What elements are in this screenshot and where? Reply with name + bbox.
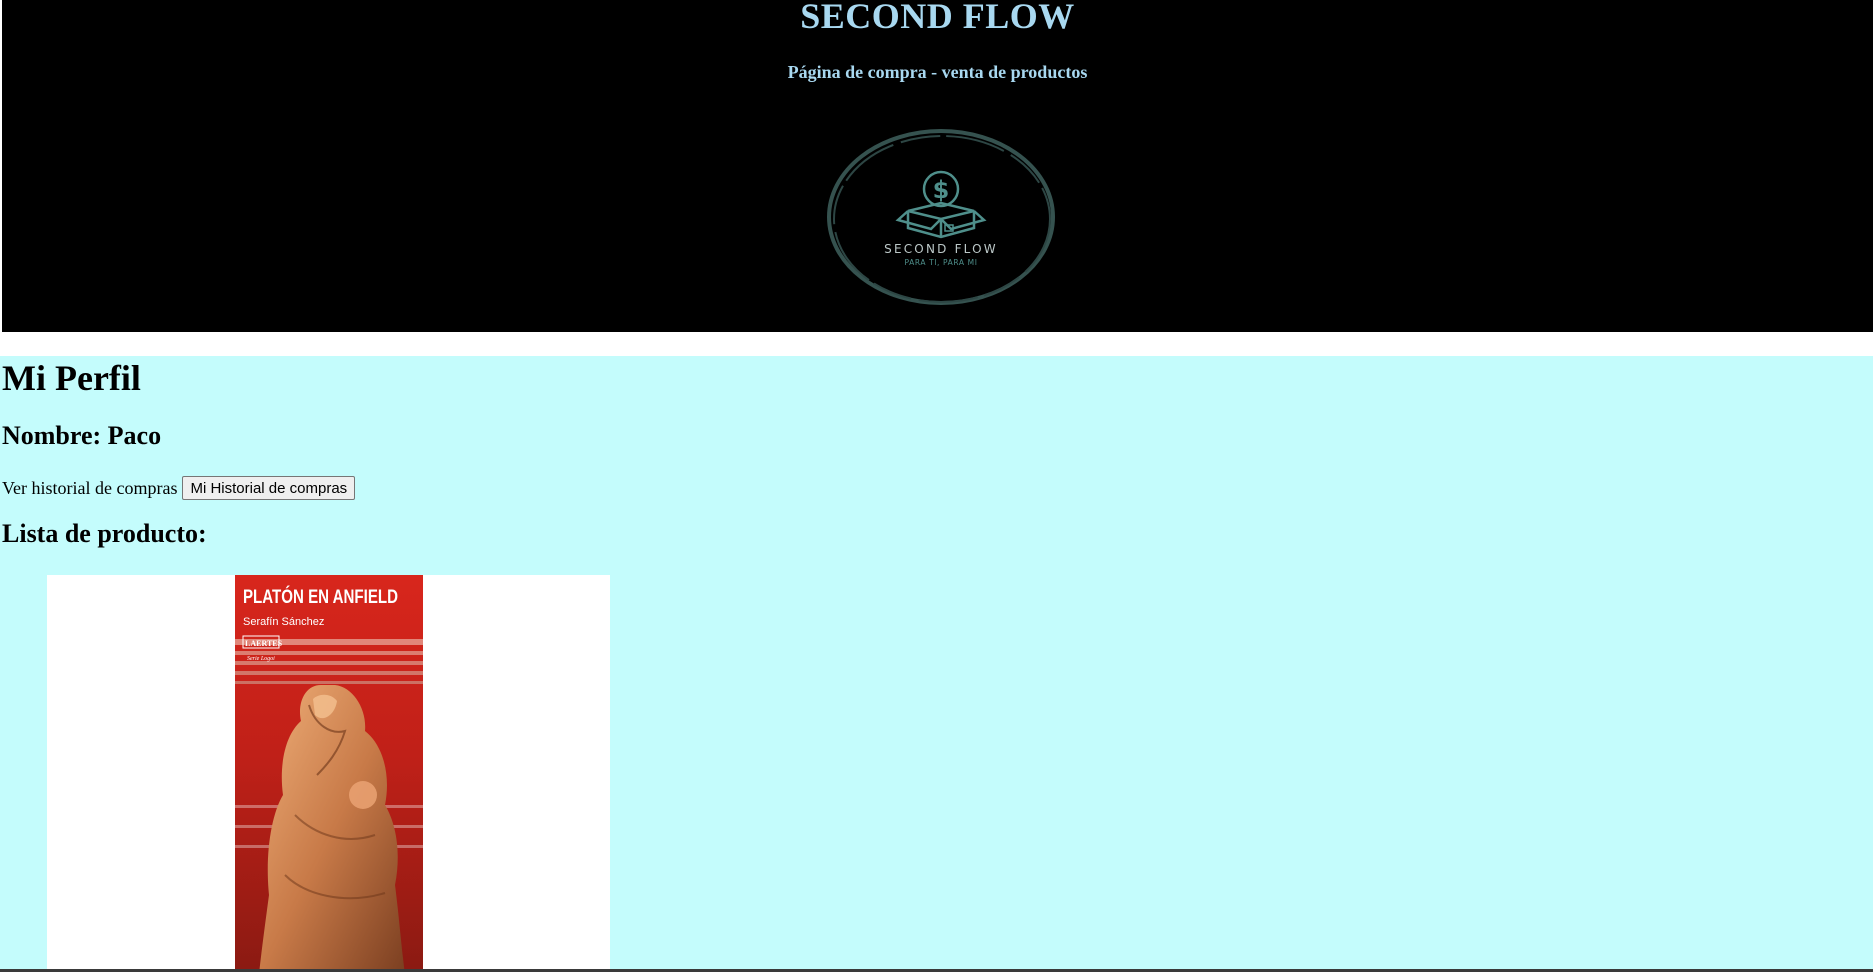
book-series: Serie Logoi [247, 656, 275, 662]
logo-brand-text: SECOND FLOW [884, 242, 998, 256]
book-cover-image[interactable]: PLATÓN EN ANFIELD Serafín Sánchez LAERTE… [235, 575, 423, 972]
history-label: Ver historial de compras [2, 478, 178, 498]
user-name: Nombre: Paco [2, 421, 162, 450]
svg-text:$: $ [933, 176, 950, 204]
book-author: Serafín Sánchez [243, 616, 324, 628]
product-list: PLATÓN EN ANFIELD Serafín Sánchez LAERTE… [47, 575, 610, 972]
product-item[interactable]: PLATÓN EN ANFIELD Serafín Sánchez LAERTE… [235, 575, 423, 972]
site-subtitle: Página de compra - venta de productos [787, 62, 1088, 82]
purchase-history-button[interactable]: Mi Historial de compras [182, 476, 356, 500]
book-cover-title: PLATÓN EN ANFIELD [243, 586, 398, 608]
product-list-heading: Lista de producto: [2, 519, 207, 548]
site-title: SECOND FLOW [800, 0, 1075, 36]
page: SECOND FLOW Página de compra - venta de … [0, 0, 1873, 972]
logo: $ SECOND FLOW PARA TI, PARA MI [827, 129, 1055, 305]
book-publisher: LAERTES [245, 639, 283, 648]
profile-section: Mi Perfil Nombre: Paco Ver historial de … [0, 356, 1873, 972]
logo-tagline: PARA TI, PARA MI [904, 258, 977, 267]
site-header: SECOND FLOW Página de compra - venta de … [2, 0, 1873, 332]
money-box-icon: $ [895, 170, 987, 239]
page-title: Mi Perfil [2, 358, 141, 398]
history-row: Ver historial de compras Mi Historial de… [2, 476, 356, 500]
